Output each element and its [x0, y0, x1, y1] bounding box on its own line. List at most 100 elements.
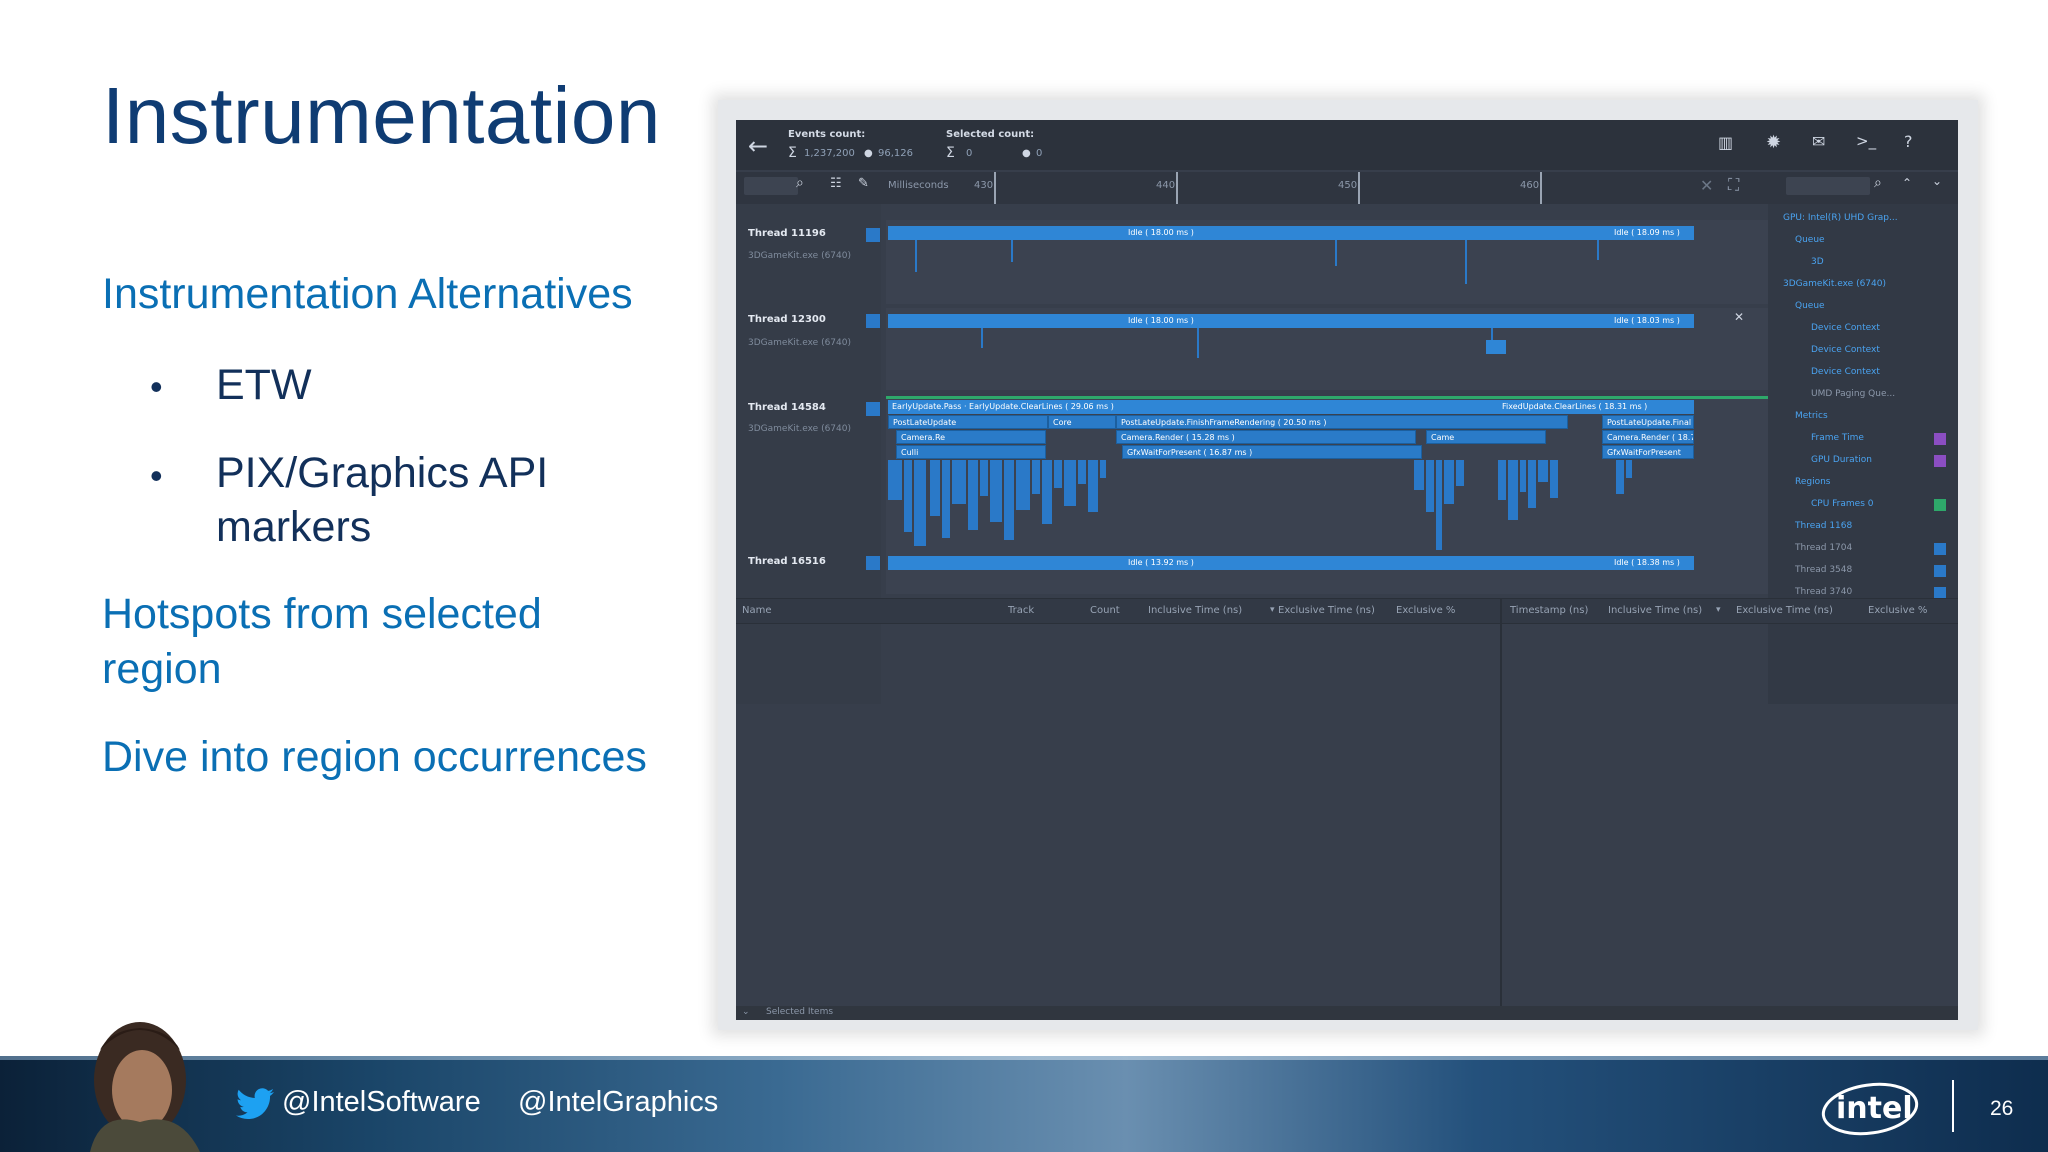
search-icon[interactable]: ⌕ [796, 175, 804, 191]
column-header[interactable]: Exclusive Time (ns) [1278, 605, 1375, 616]
thread-process: 3DGameKit.exe (6740) [748, 338, 851, 348]
sort-caret-icon[interactable]: ▾ [1270, 605, 1275, 615]
ruler-tick-line [1176, 172, 1178, 204]
region-marker-strip [886, 396, 1846, 399]
ruler-tick: 460 [1520, 180, 1540, 191]
event-bar-idle[interactable]: Idle ( 18.00 ms ) Idle ( 18.09 ms ) [888, 226, 1694, 240]
fullscreen-icon[interactable]: ⛶ [1728, 175, 1739, 195]
bullet-hotspots-region: region [102, 645, 222, 693]
column-header[interactable]: Name [742, 605, 772, 616]
column-header[interactable]: Inclusive Time (ns) [1148, 605, 1242, 616]
event-bar[interactable]: GfxWaitForPresent [1602, 445, 1694, 459]
bullet-pix-markers: markers [216, 503, 372, 551]
column-header[interactable]: Exclusive % [1868, 605, 1927, 616]
column-header[interactable]: Timestamp (ns) [1510, 605, 1588, 616]
event-label: Idle ( 18.00 ms ) [1128, 316, 1194, 325]
character-portrait [90, 1022, 200, 1152]
bullet-dive-into-region: Dive into region occurrences [102, 733, 647, 781]
tree-search-input[interactable] [1786, 177, 1870, 195]
tree-item[interactable]: Thread 1704 [1795, 543, 1852, 553]
tree-item[interactable]: Thread 3740 [1795, 587, 1852, 597]
book-icon[interactable]: ▥ [1718, 133, 1733, 152]
gear-icon[interactable]: ✹ [1766, 132, 1781, 153]
event-label: EarlyUpdate.Pass · EarlyUpdate.ClearLine… [892, 402, 1114, 411]
tree-item[interactable]: UMD Paging Que... [1811, 389, 1895, 399]
tree-item[interactable]: Thread 3548 [1795, 565, 1852, 575]
column-header[interactable]: Track [1008, 605, 1034, 616]
tree-item[interactable]: Queue [1795, 301, 1825, 311]
event-bar[interactable]: PostLateUpdate.FinishFrameRendering ( 20… [1116, 415, 1568, 429]
thread-color-swatch [866, 402, 880, 416]
event-bar[interactable]: PostLateUpdate [888, 415, 1048, 429]
thread-color-swatch [866, 556, 880, 570]
tree-item[interactable]: Device Context [1811, 323, 1880, 333]
chevron-down-icon[interactable]: ⌄ [1932, 174, 1942, 188]
tree-item[interactable]: 3D [1811, 257, 1824, 267]
event-bar[interactable]: Culli [896, 445, 1046, 459]
close-icon[interactable]: ✕ [1734, 310, 1744, 324]
chevron-down-icon[interactable]: ⌄ [742, 1007, 750, 1017]
event-bar[interactable]: GfxWaitForPresent ( 16.87 ms ) [1122, 445, 1422, 459]
bullet-dot: • [150, 455, 163, 496]
thread-search-input[interactable] [744, 177, 798, 195]
thread-process: 3DGameKit.exe (6740) [748, 251, 851, 261]
event-bar[interactable]: Camera.Render ( 18.7 [1602, 430, 1694, 444]
ruler-tick: 440 [1156, 180, 1176, 191]
region-color-swatch [1934, 499, 1946, 511]
event-bar-idle[interactable]: Idle ( 13.92 ms ) Idle ( 18.38 ms ) [888, 556, 1694, 570]
event-bar[interactable]: Camera.Render ( 15.28 ms ) [1116, 430, 1416, 444]
back-arrow-icon[interactable]: ← [748, 132, 768, 160]
ruler-tick-line [1358, 172, 1360, 204]
ruler-tick-line [1540, 172, 1542, 204]
console-icon[interactable]: >_ [1856, 132, 1876, 150]
tree-item[interactable]: Regions [1795, 477, 1831, 487]
thread-name[interactable]: Thread 14584 [748, 402, 826, 413]
column-header[interactable]: Count [1090, 605, 1120, 616]
sort-caret-icon[interactable]: ▾ [1716, 605, 1721, 615]
tree-item[interactable]: GPU Duration [1811, 455, 1872, 465]
close-icon[interactable]: ✕ [1700, 176, 1713, 195]
track-tree: GPU: Intel(R) UHD Grap... Queue 3D 3DGam… [1771, 213, 1956, 599]
tree-item[interactable]: Thread 1168 [1795, 521, 1852, 531]
tree-item[interactable]: Metrics [1795, 411, 1828, 421]
column-header[interactable]: Exclusive % [1396, 605, 1455, 616]
tree-item[interactable]: CPU Frames 0 [1811, 499, 1873, 509]
event-bar[interactable]: PostLateUpdate.Final [1602, 415, 1694, 429]
event-bar-idle[interactable]: Idle ( 18.00 ms ) Idle ( 18.03 ms ) [888, 314, 1694, 328]
event-label: Idle ( 18.09 ms ) [1614, 228, 1680, 237]
sum-icon: Σ [788, 145, 797, 161]
thread-activity-spikes [915, 240, 1817, 284]
event-bar-frame[interactable]: EarlyUpdate.Pass · EarlyUpdate.ClearLine… [888, 400, 1694, 414]
twitter-handle[interactable]: @IntelSoftware [282, 1086, 481, 1119]
pin-icon[interactable]: ✎ [858, 176, 869, 191]
tree-item[interactable]: Device Context [1811, 345, 1880, 355]
twitter-handle[interactable]: @IntelGraphics [518, 1086, 718, 1119]
slide-title: Instrumentation [102, 71, 661, 160]
thread-name[interactable]: Thread 11196 [748, 228, 826, 239]
table-splitter[interactable] [1500, 598, 1502, 1008]
event-bar[interactable]: Camera.Re [896, 430, 1046, 444]
tree-item[interactable]: Queue [1795, 235, 1825, 245]
mail-icon[interactable]: ✉ [1812, 132, 1825, 151]
status-selected-items[interactable]: Selected Items [766, 1007, 833, 1017]
event-bar[interactable]: Came [1426, 430, 1546, 444]
svg-text:intel: intel [1836, 1091, 1913, 1126]
bullet-instrumentation-alternatives: Instrumentation Alternatives [102, 270, 633, 318]
tree-item[interactable]: GPU: Intel(R) UHD Grap... [1783, 213, 1898, 223]
tree-item[interactable]: Device Context [1811, 367, 1880, 377]
column-header[interactable]: Inclusive Time (ns) [1608, 605, 1702, 616]
search-icon[interactable]: ⌕ [1874, 175, 1882, 191]
chevron-up-icon[interactable]: ⌃ [1902, 176, 1912, 190]
thread-name[interactable]: Thread 12300 [748, 314, 826, 325]
tree-item[interactable]: Frame Time [1811, 433, 1864, 443]
bullet-etw: ETW [216, 361, 312, 409]
column-header[interactable]: Exclusive Time (ns) [1736, 605, 1833, 616]
tree-item[interactable]: 3DGameKit.exe (6740) [1783, 279, 1886, 289]
filter-icon[interactable]: ☷ [830, 176, 842, 191]
event-bar[interactable]: Core [1048, 415, 1116, 429]
thread-name[interactable]: Thread 16516 [748, 556, 826, 567]
event-label: Idle ( 18.00 ms ) [1128, 228, 1194, 237]
event-label: Idle ( 18.38 ms ) [1614, 558, 1680, 567]
help-icon[interactable]: ? [1904, 132, 1913, 151]
status-bar [736, 1006, 1958, 1020]
